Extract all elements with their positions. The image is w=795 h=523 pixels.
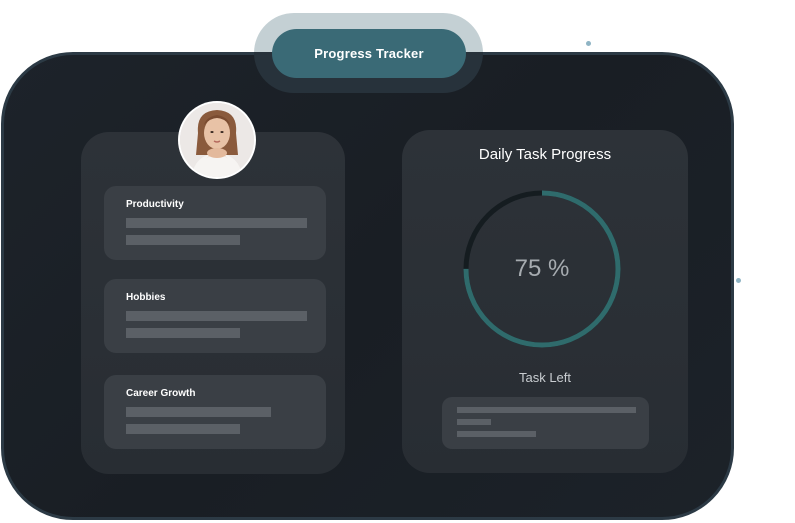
category-card-hobbies[interactable]: Hobbies <box>104 279 326 353</box>
decor-dot <box>586 41 591 46</box>
placeholder-line <box>457 431 536 437</box>
placeholder-line <box>126 218 307 228</box>
placeholder-line <box>457 407 636 413</box>
placeholder-line <box>457 419 491 425</box>
category-card-career-growth[interactable]: Career Growth <box>104 375 326 449</box>
tasks-left-label: Task Left <box>518 370 572 385</box>
category-title: Hobbies <box>126 292 166 303</box>
category-title: Career Growth <box>126 388 196 399</box>
category-card-productivity[interactable]: Productivity <box>104 186 326 260</box>
placeholder-line <box>126 311 307 321</box>
placeholder-line <box>126 424 240 434</box>
woman-portrait-icon <box>180 103 254 177</box>
task-left-card[interactable] <box>442 397 649 449</box>
placeholder-line <box>126 407 271 417</box>
daily-progress-title: Daily Task Progress <box>478 146 612 163</box>
progress-tracker-button[interactable]: Progress Tracker <box>272 29 466 78</box>
placeholder-line <box>126 328 240 338</box>
placeholder-line <box>126 235 240 245</box>
category-title: Productivity <box>126 199 184 210</box>
decor-dot <box>736 278 741 283</box>
avatar[interactable] <box>180 103 254 177</box>
progress-percent: 75 % <box>514 255 570 282</box>
